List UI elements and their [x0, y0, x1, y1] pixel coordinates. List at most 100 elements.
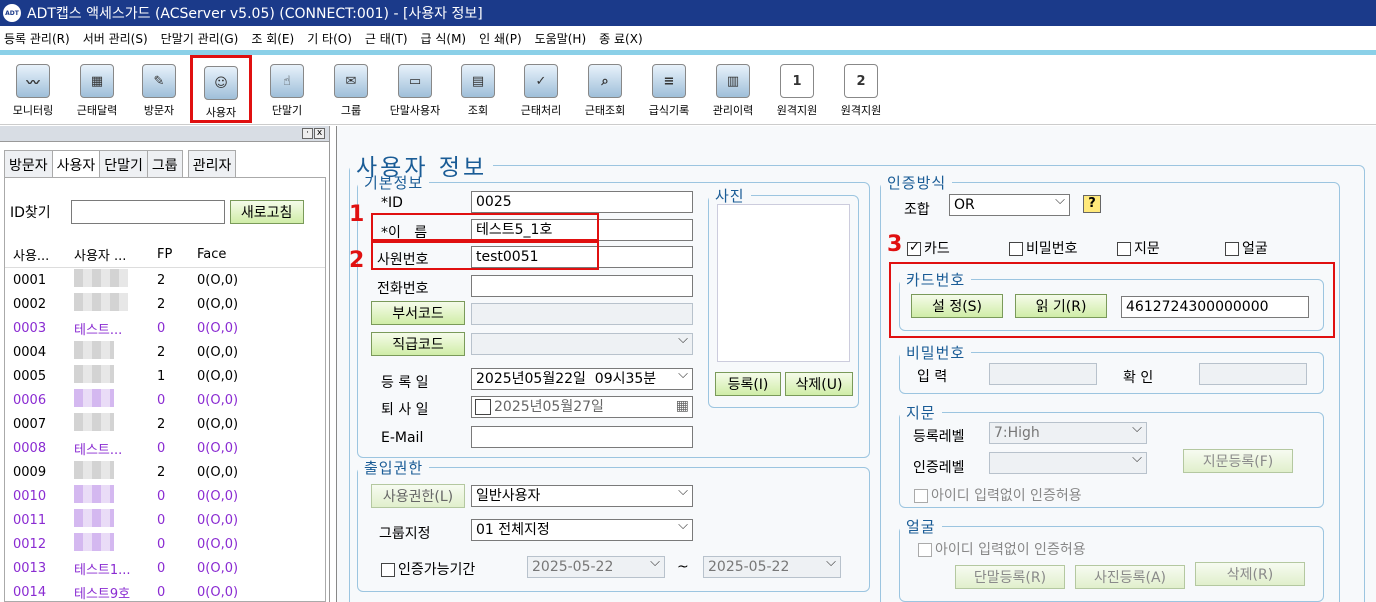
fp-no-id-checkbox[interactable]	[914, 489, 928, 503]
close-icon[interactable]: x	[314, 128, 325, 139]
face-option-label: 얼굴	[1242, 241, 1268, 257]
toolbar-monitoring-button[interactable]: 〰 모니터링	[2, 61, 64, 123]
toolbar-attendance-calendar-button[interactable]: ▦ 근태달력	[66, 61, 128, 123]
fingerprint-register-button[interactable]: 지문등록(F)	[1183, 449, 1293, 473]
menu-server[interactable]: 서버 관리(S)	[79, 30, 152, 47]
table-row[interactable]: 0005 1 0(O,0)	[5, 364, 325, 388]
password-checkbox[interactable]	[1009, 242, 1023, 256]
auth-fingerprint-option[interactable]: 지문	[1117, 238, 1160, 258]
retire-date-picker[interactable]: 2025년05월27일 ▦	[471, 396, 693, 418]
face-photo-register-button[interactable]: 사진등록(A)	[1075, 565, 1185, 589]
row-id: 0008	[13, 440, 47, 456]
tab-user[interactable]: 사용자	[51, 150, 101, 179]
toolbar-meal-record-button[interactable]: ≡ 급식기록	[638, 61, 700, 123]
table-row[interactable]: 0004 2 0(O,0)	[5, 340, 325, 364]
tab-visitor[interactable]: 방문자	[4, 150, 53, 178]
register-date-picker[interactable]: 2025년05월22일 09시35분	[471, 366, 693, 390]
menu-query[interactable]: 조 회(E)	[247, 30, 298, 47]
face-checkbox[interactable]	[1225, 242, 1239, 256]
group-dropdown[interactable]: 01 전체지정	[471, 517, 693, 541]
auth-card-option[interactable]: 카드	[907, 238, 950, 258]
table-row[interactable]: 0003 테스트... 0 0(O,0)	[5, 316, 325, 340]
menu-help[interactable]: 도움말(H)	[531, 30, 591, 47]
photo-delete-button[interactable]: 삭제(U)	[785, 372, 853, 396]
col-face[interactable]: Face	[189, 247, 309, 262]
table-row[interactable]: 0008 테스트... 0 0(O,0)	[5, 436, 325, 460]
id-field[interactable]: 0025	[471, 191, 693, 213]
tab-terminal[interactable]: 단말기	[99, 150, 148, 178]
menu-attendance[interactable]: 근 태(T)	[361, 30, 412, 47]
toolbar-visitor-button[interactable]: ✎ 방문자	[128, 61, 190, 123]
toolbar-terminal-button[interactable]: ☝ 단말기	[256, 61, 318, 123]
face-delete-button[interactable]: 삭제(R)	[1195, 562, 1305, 586]
tab-group[interactable]: 그룹	[146, 150, 183, 178]
password-input-field[interactable]	[989, 363, 1097, 385]
basic-info-legend: 기본정보	[364, 174, 424, 192]
menu-register[interactable]: 등록 관리(R)	[0, 30, 74, 47]
refresh-button[interactable]: 새로고침	[229, 200, 304, 224]
auth-period-checkbox[interactable]	[381, 563, 395, 577]
auth-password-option[interactable]: 비밀번호	[1009, 238, 1078, 258]
fp-no-id-label: 아이디 입력없이 인증허용	[931, 488, 1082, 504]
face-terminal-register-button[interactable]: 단말등록(R)	[955, 565, 1065, 589]
row-name	[70, 269, 149, 291]
auth-face-option[interactable]: 얼굴	[1225, 238, 1268, 258]
face-no-id-checkbox[interactable]	[918, 543, 932, 557]
period-from-picker[interactable]: 2025-05-22	[527, 554, 665, 578]
toolbar-attendance-search-button[interactable]: ⌕ 근태조회	[574, 61, 636, 123]
toolbar-remote-support-2-button[interactable]: 2 원격지원	[830, 61, 892, 123]
photo-register-button[interactable]: 등록(I)	[715, 372, 781, 396]
period-to-picker[interactable]: 2025-05-22	[703, 554, 841, 578]
id-search-input[interactable]	[70, 200, 225, 224]
toolbar-user-button[interactable]: ☺ 사용자	[190, 55, 252, 123]
department-code-button[interactable]: 부서코드	[371, 301, 465, 325]
email-field[interactable]	[471, 426, 693, 448]
table-row[interactable]: 0007 2 0(O,0)	[5, 412, 325, 436]
rank-code-button[interactable]: 직급코드	[371, 332, 465, 356]
password-confirm-field[interactable]	[1199, 363, 1307, 385]
table-row[interactable]: 0010 0 0(O,0)	[5, 484, 325, 508]
fp-register-level-dropdown[interactable]: 7:High	[989, 420, 1147, 444]
toolbar-attendance-process-button[interactable]: ✓ 근태처리	[510, 61, 572, 123]
menu-meal[interactable]: 급 식(M)	[417, 30, 471, 47]
col-name[interactable]: 사용자 ...	[70, 245, 149, 264]
col-fp[interactable]: FP	[149, 247, 189, 262]
table-row[interactable]: 0011 0 0(O,0)	[5, 508, 325, 532]
table-row[interactable]: 0001 2 0(O,0)	[5, 268, 325, 292]
menu-terminal[interactable]: 단말기 관리(G)	[157, 30, 243, 47]
combination-dropdown[interactable]: OR	[949, 192, 1070, 216]
menu-exit[interactable]: 종 료(X)	[595, 30, 646, 47]
fingerprint-checkbox[interactable]	[1117, 242, 1131, 256]
fp-no-id-option[interactable]: 아이디 입력없이 인증허용	[914, 485, 1082, 505]
help-icon[interactable]: ?	[1083, 195, 1101, 213]
rank-code-dropdown[interactable]	[471, 331, 693, 355]
face-no-id-option[interactable]: 아이디 입력없이 인증허용	[918, 539, 1086, 559]
toolbar-group-button[interactable]: ✉ 그룹	[320, 61, 382, 123]
menu-print[interactable]: 인 쇄(P)	[475, 30, 526, 47]
col-id[interactable]: 사용...	[5, 245, 70, 264]
card-checkbox[interactable]	[907, 240, 921, 256]
group-label: 그룹지정	[379, 526, 431, 542]
table-row[interactable]: 0012 0 0(O,0)	[5, 532, 325, 556]
access-authority-dropdown[interactable]: 일반사용자	[471, 483, 693, 507]
toolbar-remote-support-1-button[interactable]: 1 원격지원	[766, 61, 828, 123]
fp-auth-level-dropdown[interactable]	[989, 450, 1147, 474]
table-row[interactable]: 0013 테스트1... 0 0(O,0)	[5, 556, 325, 580]
calendar-icon[interactable]: ▦	[676, 397, 689, 415]
menu-etc[interactable]: 기 타(O)	[303, 30, 356, 47]
table-row[interactable]: 0002 2 0(O,0)	[5, 292, 325, 316]
tab-admin[interactable]: 관리자	[187, 150, 237, 178]
toolbar-history-button[interactable]: ▥ 관리이력	[702, 61, 764, 123]
retire-date-checkbox[interactable]	[475, 399, 491, 415]
auth-period-option[interactable]: 인증가능기간	[381, 559, 475, 579]
toolbar-terminal-user-button[interactable]: ▭ 단말사용자	[384, 61, 446, 123]
row-fp: 0	[157, 512, 166, 528]
pin-icon[interactable]: ·	[302, 128, 313, 139]
table-row[interactable]: 0014 테스트9호 0 0(O,0)	[5, 580, 325, 602]
toolbar-lookup-button[interactable]: ▤ 조회	[447, 61, 509, 123]
phone-field[interactable]	[471, 275, 693, 297]
table-row[interactable]: 0006 0 0(O,0)	[5, 388, 325, 412]
access-authority-button[interactable]: 사용권한(L)	[371, 484, 465, 508]
user-grid: 사용... 사용자 ... FP Face 0001 2 0(O,0) 0002 2 0(…	[5, 241, 325, 602]
table-row[interactable]: 0009 2 0(O,0)	[5, 460, 325, 484]
